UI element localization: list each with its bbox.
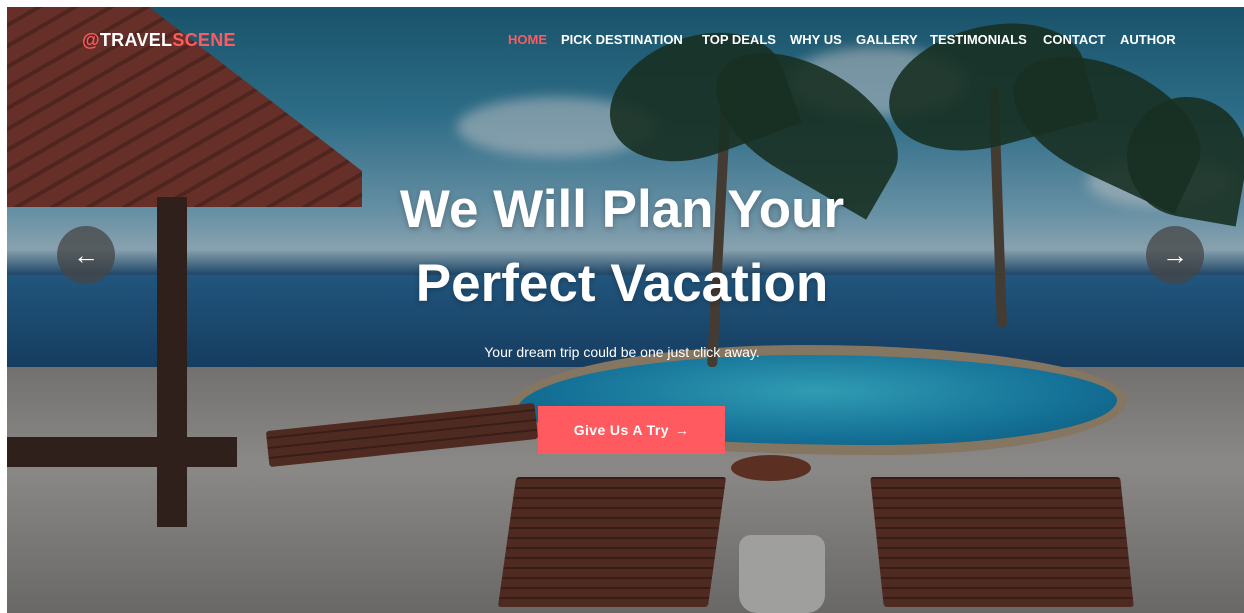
cta-label: Give Us A Try bbox=[573, 422, 669, 438]
hero-title-line1: We Will Plan Your bbox=[399, 180, 845, 239]
nav-item-top-deals[interactable]: TOP DEALS bbox=[702, 32, 776, 47]
nav-item-contact[interactable]: CONTACT bbox=[1043, 32, 1106, 47]
hero-title-line2: Perfect Vacation bbox=[415, 254, 829, 313]
nav-item-author[interactable]: AUTHOR bbox=[1120, 32, 1176, 47]
main-nav: HOME PICK DESTINATION TOP DEALS WHY US G… bbox=[0, 32, 1244, 52]
nav-item-gallery[interactable]: GALLERY bbox=[856, 32, 918, 47]
nav-item-testimonials[interactable]: TESTIMONIALS bbox=[930, 32, 1027, 47]
nav-item-why-us[interactable]: WHY US bbox=[790, 32, 842, 47]
arrow-right-icon: → bbox=[674, 422, 690, 438]
nav-item-pick-destination[interactable]: PICK DESTINATION bbox=[561, 32, 683, 47]
hero-subtitle: Your dream trip could be one just click … bbox=[484, 344, 760, 360]
give-us-a-try-button[interactable]: Give Us A Try → bbox=[538, 406, 725, 454]
nav-item-home[interactable]: HOME bbox=[508, 32, 547, 47]
